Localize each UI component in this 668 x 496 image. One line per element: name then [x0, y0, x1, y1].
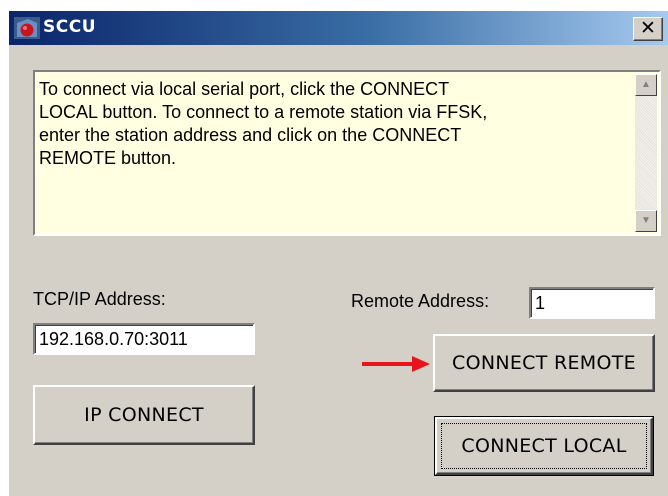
instructions-textbox[interactable]: To connect via local serial port, click … — [33, 70, 661, 236]
close-icon: ✕ — [640, 17, 656, 39]
close-button[interactable]: ✕ — [633, 17, 663, 41]
vertical-scrollbar[interactable]: ▲ ▼ — [635, 74, 657, 232]
sccu-dialog: SCCU ✕ To connect via local serial port,… — [8, 10, 668, 496]
connect-remote-label: CONNECT REMOTE — [452, 352, 636, 374]
scroll-down-button[interactable]: ▼ — [635, 210, 657, 232]
remote-address-input[interactable]: 1 — [529, 287, 655, 319]
title-bar[interactable]: SCCU ✕ — [9, 11, 668, 45]
instructions-text: To connect via local serial port, click … — [39, 79, 488, 168]
connect-local-button[interactable]: CONNECT LOCAL — [434, 416, 654, 476]
tcp-ip-address-input[interactable]: 192.168.0.70:3011 — [33, 323, 255, 355]
ip-connect-label: IP CONNECT — [84, 404, 204, 426]
scroll-up-button[interactable]: ▲ — [635, 74, 657, 96]
arrow-up-icon: ▲ — [641, 79, 651, 90]
arrow-down-icon: ▼ — [641, 215, 651, 226]
remote-address-label: Remote Address: — [351, 291, 490, 311]
window-title: SCCU — [43, 17, 96, 37]
app-icon — [14, 17, 40, 39]
connect-remote-button[interactable]: CONNECT REMOTE — [433, 334, 655, 392]
tcp-ip-address-label: TCP/IP Address: — [33, 289, 166, 309]
ip-connect-button[interactable]: IP CONNECT — [33, 385, 255, 445]
red-arrow-annotation — [362, 356, 430, 372]
focus-ring — [441, 423, 647, 469]
